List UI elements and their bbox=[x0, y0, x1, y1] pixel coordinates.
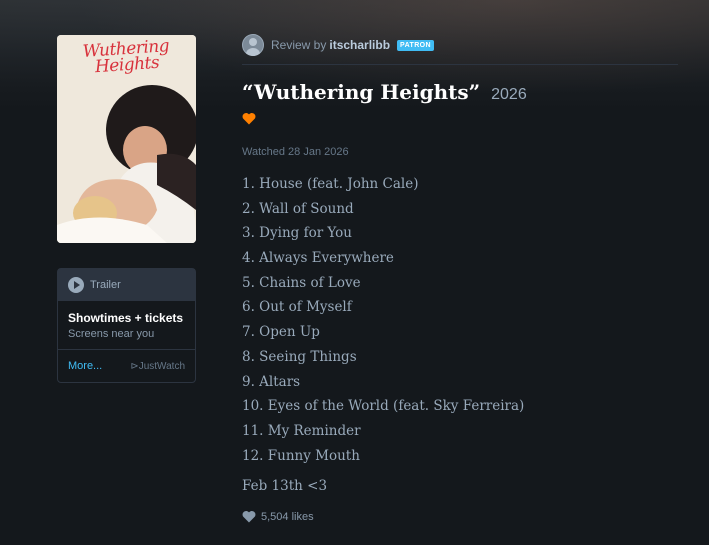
watch-panel: Trailer Showtimes + tickets Screens near… bbox=[57, 268, 196, 383]
review-closing-line: Feb 13th <3 bbox=[242, 478, 328, 495]
showtimes-link[interactable]: Showtimes + tickets Screens near you bbox=[58, 301, 195, 350]
track-item: 5. Chains of Love bbox=[242, 274, 361, 291]
film-title-link[interactable]: “Wuthering Heights” bbox=[242, 80, 480, 104]
likes-count: 5,504 likes bbox=[261, 510, 314, 523]
watched-date: Watched 28 Jan 2026 bbox=[242, 146, 349, 158]
review-tracklist: 1. House (feat. John Cale) 2. Wall of So… bbox=[242, 172, 678, 468]
showtimes-title: Showtimes + tickets bbox=[68, 311, 184, 325]
track-item: 3. Dying for You bbox=[242, 225, 352, 242]
more-link[interactable]: More... bbox=[68, 360, 102, 372]
trailer-link[interactable]: Trailer bbox=[58, 269, 195, 301]
liked-heart-icon bbox=[242, 112, 256, 125]
review-main: Review by itscharlibb PATRON “Wuthering … bbox=[242, 34, 678, 523]
like-heart-icon[interactable] bbox=[242, 510, 256, 523]
review-byline: Review by itscharlibb PATRON bbox=[242, 34, 678, 65]
trailer-label: Trailer bbox=[90, 279, 121, 291]
film-poster[interactable]: Wuthering Heights bbox=[57, 35, 196, 243]
username-link[interactable]: itscharlibb bbox=[329, 38, 390, 52]
avatar[interactable] bbox=[242, 34, 264, 56]
review-by-label: Review by bbox=[271, 38, 327, 52]
film-year-link[interactable]: 2026 bbox=[491, 86, 527, 104]
showtimes-subtitle: Screens near you bbox=[68, 328, 155, 340]
track-item: 12. Funny Mouth bbox=[242, 447, 360, 464]
patron-badge: PATRON bbox=[397, 39, 434, 51]
film-heading: “Wuthering Heights” 2026 bbox=[242, 80, 678, 104]
track-item: 1. House (feat. John Cale) bbox=[242, 176, 419, 192]
track-item: 8. Seeing Things bbox=[242, 348, 357, 365]
track-item: 9. Altars bbox=[242, 373, 301, 390]
track-item: 11. My Reminder bbox=[242, 422, 361, 439]
track-item: 7. Open Up bbox=[242, 324, 320, 341]
likes-row[interactable]: 5,504 likes bbox=[242, 510, 678, 523]
track-item: 2. Wall of Sound bbox=[242, 200, 354, 217]
track-item: 10. Eyes of the World (feat. Sky Ferreir… bbox=[242, 398, 525, 415]
justwatch-row: More... ⊳JustWatch bbox=[58, 350, 195, 382]
left-column: Wuthering Heights Trailer Showtimes + ti… bbox=[57, 35, 196, 383]
track-item: 6. Out of Myself bbox=[242, 299, 352, 316]
track-item: 4. Always Everywhere bbox=[242, 250, 394, 267]
play-icon bbox=[68, 277, 84, 293]
justwatch-logo[interactable]: ⊳JustWatch bbox=[130, 361, 185, 372]
